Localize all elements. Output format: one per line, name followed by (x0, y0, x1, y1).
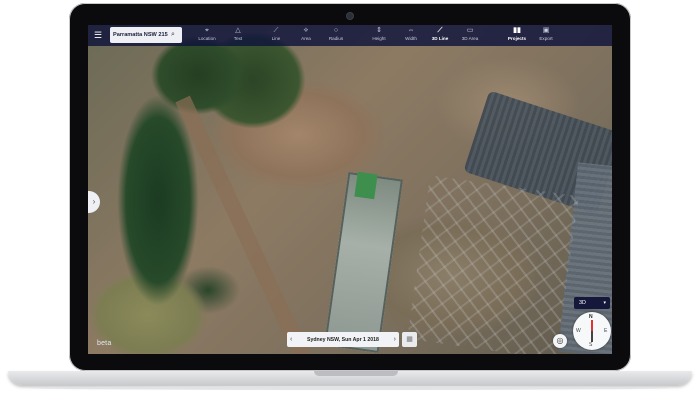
imagery-date[interactable]: Sydney NSW, Sun Apr 1 2018 (307, 337, 379, 343)
view-mode-select[interactable]: 3D ▾ (574, 297, 610, 309)
crosshair-icon: ◎ (556, 336, 564, 345)
compass-south: S (589, 342, 593, 348)
tool-3d-area[interactable]: ▭ 3D Area (452, 26, 488, 45)
calendar-icon[interactable]: ▦ (402, 332, 417, 347)
circle-icon: ○ (333, 27, 339, 34)
tool-label: Export (539, 36, 553, 41)
laptop-base (8, 371, 692, 385)
compass-needle-icon (591, 320, 593, 342)
compass-east: E (604, 328, 608, 334)
tool-export[interactable]: ▣ Export (528, 26, 564, 45)
3d-area-icon: ▭ (466, 27, 474, 34)
locate-me-button[interactable]: ◎ (553, 334, 567, 348)
view-mode-value: 3D (579, 300, 586, 306)
chevron-right-icon: › (92, 197, 96, 206)
roof-green-patch (354, 171, 378, 200)
chevron-down-icon: ▾ (603, 300, 606, 306)
next-date-button[interactable]: › (394, 336, 396, 343)
imagery-date-bar: ‹ Sydney NSW, Sun Apr 1 2018 › (287, 332, 399, 347)
height-icon: ⇕ (376, 27, 382, 34)
search-input[interactable] (113, 32, 171, 38)
menu-icon[interactable]: ☰ (91, 29, 105, 42)
tool-label: Text (233, 36, 243, 41)
tool-height[interactable]: ⇕ Height (361, 26, 397, 45)
webcam (347, 13, 353, 19)
app-screen: ☰ ⌕ ⌖ Location △ Text ⟋ Line ⟡ Area (88, 25, 612, 354)
search-icon[interactable]: ⌕ (171, 31, 175, 39)
construction-trusses (407, 175, 579, 354)
compass-control[interactable]: N W E S (573, 312, 611, 350)
laptop-notch (314, 371, 398, 376)
tool-label: Radius (328, 36, 344, 41)
tool-label: 3D Area (461, 36, 479, 41)
compass-west: W (576, 328, 581, 334)
top-toolbar: ☰ ⌕ ⌖ Location △ Text ⟋ Line ⟡ Area (88, 25, 612, 46)
laptop-lid: ☰ ⌕ ⌖ Location △ Text ⟋ Line ⟡ Area (69, 3, 631, 371)
text-icon: △ (235, 27, 241, 34)
laptop-shadow (30, 386, 670, 390)
tool-radius[interactable]: ○ Radius (318, 26, 354, 45)
prev-date-button[interactable]: ‹ (290, 336, 292, 343)
tool-text[interactable]: △ Text (220, 26, 256, 45)
beta-label: beta (97, 340, 112, 347)
export-icon: ▣ (542, 27, 550, 34)
tool-label: Height (372, 36, 386, 41)
search-box[interactable]: ⌕ (110, 27, 182, 43)
